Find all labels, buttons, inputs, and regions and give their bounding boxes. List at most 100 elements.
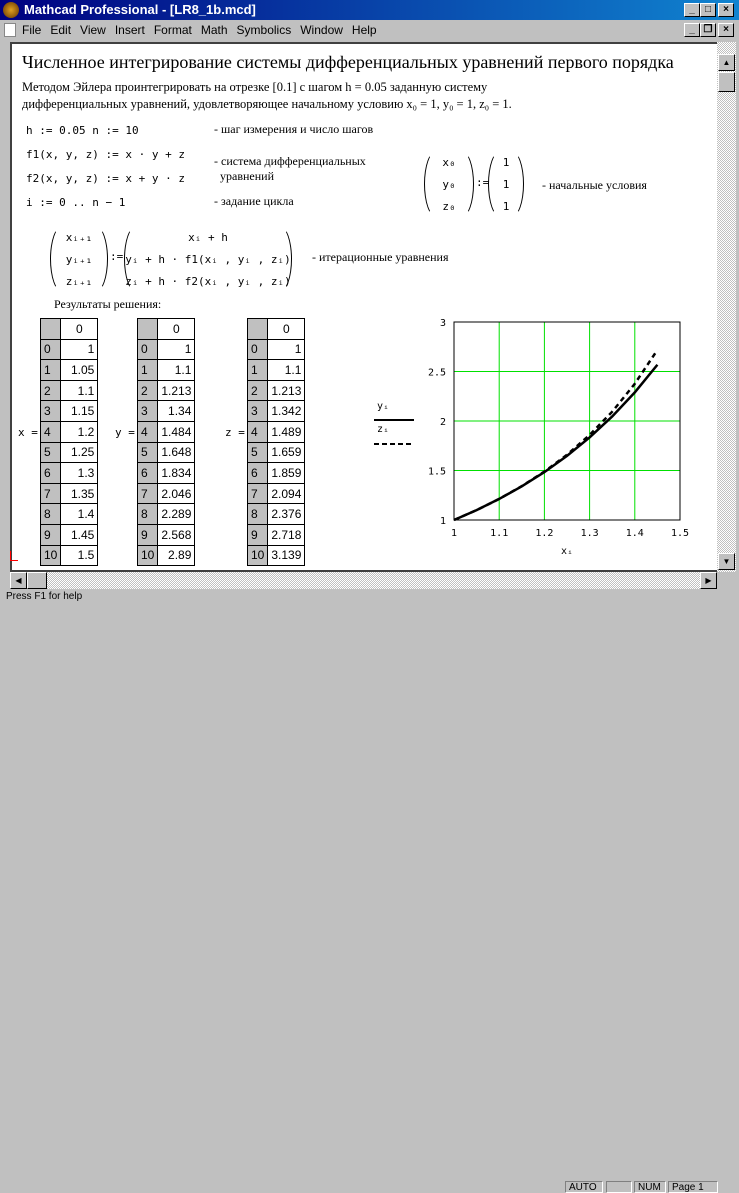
doc-restore-button[interactable]: ❐: [700, 23, 716, 37]
cell-value[interactable]: 3.139: [267, 544, 306, 567]
table-row[interactable]: 5 1.659: [246, 441, 306, 464]
cell-value[interactable]: 1: [60, 338, 99, 361]
table-row[interactable]: 2 1.213: [246, 379, 306, 402]
horizontal-scroll-thumb[interactable]: [27, 572, 47, 589]
table-row[interactable]: 6 1.3: [39, 462, 99, 484]
iter-lhs-vector[interactable]: xᵢ₊₁ yᵢ₊₁ zᵢ₊₁: [50, 226, 108, 292]
table-row[interactable]: 4 1.489: [246, 420, 306, 443]
table-row[interactable]: 1 1.1: [136, 359, 196, 381]
menu-symbolics[interactable]: Symbolics: [237, 23, 292, 37]
cell-value[interactable]: 2.289: [157, 503, 196, 525]
init-lhs-vector[interactable]: x₀ y₀ z₀: [424, 151, 474, 217]
close-button[interactable]: ×: [718, 3, 734, 17]
eq-step[interactable]: h := 0.05 n := 10: [26, 124, 139, 137]
eq-f2[interactable]: f2(x, y, z) := x + y · z: [26, 172, 185, 185]
iter-rhs-vector[interactable]: xᵢ + h yᵢ + h · f1(xᵢ , yᵢ , zᵢ) zᵢ + h …: [124, 226, 292, 292]
horizontal-scrollbar[interactable]: ◀ ▶: [10, 572, 717, 589]
menu-window[interactable]: Window: [300, 23, 343, 37]
cell-value[interactable]: 1.484: [157, 420, 196, 443]
cell-value[interactable]: 1.1: [60, 379, 99, 402]
result-table[interactable]: 0 0 1 1 1.1 2 1.213 3 1.342 4 1.489 5 1.659 6 1.859 7 2.…: [246, 318, 306, 567]
table-row[interactable]: 6 1.859: [246, 462, 306, 484]
document-icon[interactable]: [4, 23, 16, 37]
table-row[interactable]: 8 2.376: [246, 503, 306, 525]
menu-file[interactable]: File: [22, 23, 41, 37]
eq-range[interactable]: i := 0 .. n − 1: [26, 196, 125, 209]
table-row[interactable]: 6 1.834: [136, 462, 196, 484]
worksheet[interactable]: Численное интегрирование системы диффере…: [10, 42, 718, 572]
table-row[interactable]: 1 1.05: [39, 359, 99, 381]
cell-value[interactable]: 1.834: [157, 462, 196, 484]
table-row[interactable]: 2 1.213: [136, 379, 196, 402]
cell-value[interactable]: 1.05: [60, 359, 99, 381]
init-rhs-vector[interactable]: 1 1 1: [488, 151, 524, 217]
table-row[interactable]: 7 2.094: [246, 482, 306, 505]
table-row[interactable]: 7 2.046: [136, 482, 196, 505]
cell-value[interactable]: 2.046: [157, 482, 196, 505]
vertical-scroll-thumb[interactable]: [718, 72, 735, 92]
cell-value[interactable]: 1.34: [157, 400, 196, 422]
cell-value[interactable]: 1.213: [267, 379, 306, 402]
table-row[interactable]: 3 1.342: [246, 400, 306, 422]
cell-value[interactable]: 1.342: [267, 400, 306, 422]
scroll-up-button[interactable]: ▲: [718, 54, 735, 71]
table-row[interactable]: 8 1.4: [39, 503, 99, 525]
table-row[interactable]: 3 1.15: [39, 400, 99, 422]
result-table[interactable]: 0 0 1 1 1.1 2 1.213 3 1.34 4 1.484 5 1.648 6 1.834 7 2.0…: [136, 318, 196, 567]
cell-value[interactable]: 1.648: [157, 441, 196, 464]
cell-value[interactable]: 1.45: [60, 523, 99, 546]
menu-math[interactable]: Math: [201, 23, 228, 37]
cell-value[interactable]: 2.568: [157, 523, 196, 546]
result-table[interactable]: 0 0 1 1 1.05 2 1.1 3 1.15 4 1.2 5 1.25 6 1.3 7 1.35 8 1.4 9…: [39, 318, 99, 567]
menu-format[interactable]: Format: [154, 23, 192, 37]
cell-value[interactable]: 1.35: [60, 482, 99, 505]
table-row[interactable]: 10 3.139: [246, 544, 306, 567]
table-row[interactable]: 9 2.718: [246, 523, 306, 546]
table-row[interactable]: 8 2.289: [136, 503, 196, 525]
table-row[interactable]: 01: [246, 338, 306, 361]
table-row[interactable]: 4 1.484: [136, 420, 196, 443]
cell-value[interactable]: 1.4: [60, 503, 99, 525]
eq-f1[interactable]: f1(x, y, z) := x · y + z: [26, 148, 185, 161]
table-row[interactable]: 01: [39, 338, 99, 361]
cell-value[interactable]: 1.1: [267, 359, 306, 381]
cell-value[interactable]: 1.3: [60, 462, 99, 484]
table-row[interactable]: 4 1.2: [39, 420, 99, 443]
table-row[interactable]: 5 1.25: [39, 441, 99, 464]
menu-edit[interactable]: Edit: [50, 23, 71, 37]
table-row[interactable]: 10 1.5: [39, 544, 99, 567]
scroll-left-button[interactable]: ◀: [10, 572, 27, 589]
maximize-button[interactable]: □: [700, 3, 716, 17]
cell-value[interactable]: 2.718: [267, 523, 306, 546]
cell-value[interactable]: 1.659: [267, 441, 306, 464]
cell-value[interactable]: 1.15: [60, 400, 99, 422]
cell-value[interactable]: 1: [267, 338, 306, 361]
table-row[interactable]: 7 1.35: [39, 482, 99, 505]
cell-value[interactable]: 1.1: [157, 359, 196, 381]
cell-value[interactable]: 1.2: [60, 420, 99, 443]
table-row[interactable]: 9 1.45: [39, 523, 99, 546]
vertical-scrollbar[interactable]: ▲ ▼: [717, 42, 736, 572]
table-row[interactable]: 9 2.568: [136, 523, 196, 546]
app-icon[interactable]: [3, 2, 19, 18]
table-row[interactable]: 5 1.648: [136, 441, 196, 464]
table-row[interactable]: 3 1.34: [136, 400, 196, 422]
cell-value[interactable]: 1.859: [267, 462, 306, 484]
menu-view[interactable]: View: [80, 23, 106, 37]
minimize-button[interactable]: _: [684, 3, 700, 17]
cell-value[interactable]: 2.376: [267, 503, 306, 525]
cell-value[interactable]: 1.213: [157, 379, 196, 402]
table-row[interactable]: 01: [136, 338, 196, 361]
table-row[interactable]: 2 1.1: [39, 379, 99, 402]
menu-insert[interactable]: Insert: [115, 23, 145, 37]
doc-close-button[interactable]: ×: [718, 23, 734, 37]
cell-value[interactable]: 1.489: [267, 420, 306, 443]
cell-value[interactable]: 1.25: [60, 441, 99, 464]
table-row[interactable]: 10 2.89: [136, 544, 196, 567]
cell-value[interactable]: 1.5: [60, 544, 99, 567]
cell-value[interactable]: 2.89: [157, 544, 196, 567]
cell-value[interactable]: 1: [157, 338, 196, 361]
scroll-right-button[interactable]: ▶: [700, 572, 717, 589]
menu-help[interactable]: Help: [352, 23, 377, 37]
table-row[interactable]: 1 1.1: [246, 359, 306, 381]
